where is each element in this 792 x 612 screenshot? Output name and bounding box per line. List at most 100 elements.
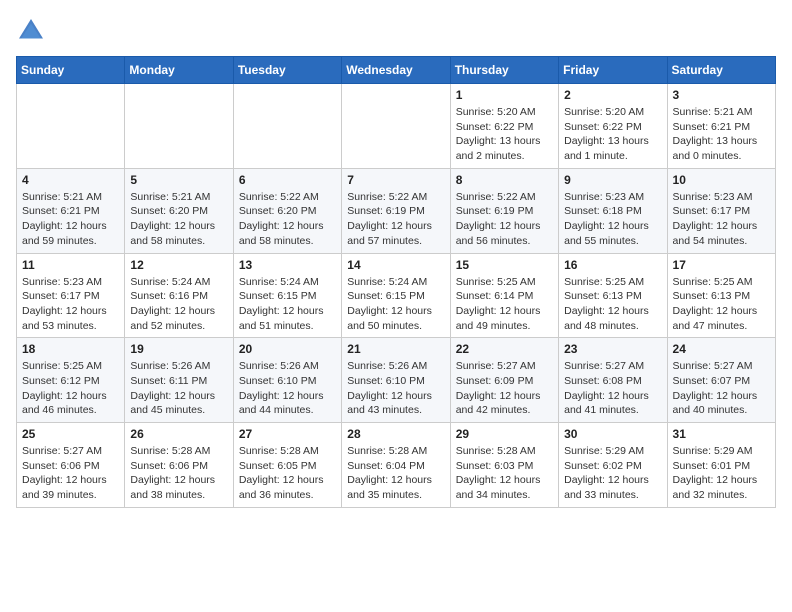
- calendar-cell: 2Sunrise: 5:20 AM Sunset: 6:22 PM Daylig…: [559, 84, 667, 169]
- day-info: Sunrise: 5:25 AM Sunset: 6:13 PM Dayligh…: [673, 275, 770, 334]
- day-number: 27: [239, 427, 336, 441]
- calendar-cell: 28 Sunrise: 5:28 AM Sunset: 6:04 PM Dayli…: [342, 423, 450, 508]
- calendar-cell: [17, 84, 125, 169]
- header-area: [16, 16, 776, 46]
- day-info: Sunrise: 5:23 AM Sunset: 6:17 PM Dayligh…: [22, 275, 119, 334]
- day-number: 14: [347, 258, 444, 272]
- calendar-cell: 19 Sunrise: 5:26 AM Sunset: 6:11 PM Dayli…: [125, 338, 233, 423]
- day-number: 9: [564, 173, 661, 187]
- day-number: 15: [456, 258, 553, 272]
- column-header-friday: Friday: [559, 57, 667, 84]
- calendar-cell: 29 Sunrise: 5:28 AM Sunset: 6:03 PM Dayli…: [450, 423, 558, 508]
- day-number: 25: [22, 427, 119, 441]
- calendar-week-row: 1Sunrise: 5:20 AM Sunset: 6:22 PM Daylig…: [17, 84, 776, 169]
- calendar-week-row: 25 Sunrise: 5:27 AM Sunset: 6:06 PM Dayli…: [17, 423, 776, 508]
- calendar-cell: 8Sunrise: 5:22 AM Sunset: 6:19 PM Daylig…: [450, 168, 558, 253]
- day-info: Sunrise: 5:27 AM Sunset: 6:09 PM Dayligh…: [456, 359, 553, 418]
- day-info: Sunrise: 5:21 AM Sunset: 6:21 PM Dayligh…: [22, 190, 119, 249]
- day-number: 30: [564, 427, 661, 441]
- calendar-cell: [233, 84, 341, 169]
- calendar-cell: [125, 84, 233, 169]
- calendar-cell: 24 Sunrise: 5:27 AM Sunset: 6:07 PM Dayli…: [667, 338, 775, 423]
- calendar-cell: 9 Sunrise: 5:23 AM Sunset: 6:18 PM Daylig…: [559, 168, 667, 253]
- calendar-cell: 17 Sunrise: 5:25 AM Sunset: 6:13 PM Dayli…: [667, 253, 775, 338]
- day-number: 7: [347, 173, 444, 187]
- day-number: 22: [456, 342, 553, 356]
- day-number: 13: [239, 258, 336, 272]
- day-number: 5: [130, 173, 227, 187]
- day-number: 23: [564, 342, 661, 356]
- day-info: Sunrise: 5:28 AM Sunset: 6:05 PM Dayligh…: [239, 444, 336, 503]
- calendar-cell: 10 Sunrise: 5:23 AM Sunset: 6:17 PM Dayli…: [667, 168, 775, 253]
- day-number: 20: [239, 342, 336, 356]
- day-info: Sunrise: 5:25 AM Sunset: 6:12 PM Dayligh…: [22, 359, 119, 418]
- calendar-cell: 18Sunrise: 5:25 AM Sunset: 6:12 PM Dayli…: [17, 338, 125, 423]
- day-info: Sunrise: 5:22 AM Sunset: 6:20 PM Dayligh…: [239, 190, 336, 249]
- calendar-cell: 21 Sunrise: 5:26 AM Sunset: 6:10 PM Dayli…: [342, 338, 450, 423]
- calendar-cell: 12 Sunrise: 5:24 AM Sunset: 6:16 PM Dayli…: [125, 253, 233, 338]
- calendar-cell: 22 Sunrise: 5:27 AM Sunset: 6:09 PM Dayli…: [450, 338, 558, 423]
- day-number: 24: [673, 342, 770, 356]
- day-info: Sunrise: 5:26 AM Sunset: 6:10 PM Dayligh…: [239, 359, 336, 418]
- day-info: Sunrise: 5:24 AM Sunset: 6:16 PM Dayligh…: [130, 275, 227, 334]
- day-info: Sunrise: 5:26 AM Sunset: 6:11 PM Dayligh…: [130, 359, 227, 418]
- day-info: Sunrise: 5:29 AM Sunset: 6:02 PM Dayligh…: [564, 444, 661, 503]
- logo-icon: [16, 16, 46, 46]
- calendar-table: SundayMondayTuesdayWednesdayThursdayFrid…: [16, 56, 776, 508]
- calendar-body: 1Sunrise: 5:20 AM Sunset: 6:22 PM Daylig…: [17, 84, 776, 508]
- day-info: Sunrise: 5:23 AM Sunset: 6:17 PM Dayligh…: [673, 190, 770, 249]
- calendar-cell: 31 Sunrise: 5:29 AM Sunset: 6:01 PM Dayli…: [667, 423, 775, 508]
- column-header-tuesday: Tuesday: [233, 57, 341, 84]
- column-header-wednesday: Wednesday: [342, 57, 450, 84]
- day-number: 4: [22, 173, 119, 187]
- calendar-week-row: 18Sunrise: 5:25 AM Sunset: 6:12 PM Dayli…: [17, 338, 776, 423]
- day-number: 11: [22, 258, 119, 272]
- day-info: Sunrise: 5:29 AM Sunset: 6:01 PM Dayligh…: [673, 444, 770, 503]
- calendar-cell: 13Sunrise: 5:24 AM Sunset: 6:15 PM Dayli…: [233, 253, 341, 338]
- day-info: Sunrise: 5:25 AM Sunset: 6:14 PM Dayligh…: [456, 275, 553, 334]
- day-info: Sunrise: 5:28 AM Sunset: 6:04 PM Dayligh…: [347, 444, 444, 503]
- day-info: Sunrise: 5:24 AM Sunset: 6:15 PM Dayligh…: [347, 275, 444, 334]
- day-number: 17: [673, 258, 770, 272]
- day-number: 12: [130, 258, 227, 272]
- calendar-cell: 16 Sunrise: 5:25 AM Sunset: 6:13 PM Dayli…: [559, 253, 667, 338]
- day-info: Sunrise: 5:28 AM Sunset: 6:06 PM Dayligh…: [130, 444, 227, 503]
- day-info: Sunrise: 5:27 AM Sunset: 6:08 PM Dayligh…: [564, 359, 661, 418]
- calendar-cell: 25 Sunrise: 5:27 AM Sunset: 6:06 PM Dayli…: [17, 423, 125, 508]
- calendar-cell: 14 Sunrise: 5:24 AM Sunset: 6:15 PM Dayli…: [342, 253, 450, 338]
- day-number: 28: [347, 427, 444, 441]
- day-number: 29: [456, 427, 553, 441]
- calendar-week-row: 11 Sunrise: 5:23 AM Sunset: 6:17 PM Dayli…: [17, 253, 776, 338]
- day-number: 1: [456, 88, 553, 102]
- day-info: Sunrise: 5:25 AM Sunset: 6:13 PM Dayligh…: [564, 275, 661, 334]
- calendar-header-row: SundayMondayTuesdayWednesdayThursdayFrid…: [17, 57, 776, 84]
- day-number: 10: [673, 173, 770, 187]
- day-number: 31: [673, 427, 770, 441]
- day-info: Sunrise: 5:27 AM Sunset: 6:07 PM Dayligh…: [673, 359, 770, 418]
- day-info: Sunrise: 5:23 AM Sunset: 6:18 PM Dayligh…: [564, 190, 661, 249]
- calendar-cell: 15 Sunrise: 5:25 AM Sunset: 6:14 PM Dayli…: [450, 253, 558, 338]
- calendar-cell: 23 Sunrise: 5:27 AM Sunset: 6:08 PM Dayli…: [559, 338, 667, 423]
- day-number: 19: [130, 342, 227, 356]
- column-header-thursday: Thursday: [450, 57, 558, 84]
- day-info: Sunrise: 5:26 AM Sunset: 6:10 PM Dayligh…: [347, 359, 444, 418]
- day-number: 3: [673, 88, 770, 102]
- calendar-cell: 11 Sunrise: 5:23 AM Sunset: 6:17 PM Dayli…: [17, 253, 125, 338]
- day-number: 16: [564, 258, 661, 272]
- column-header-saturday: Saturday: [667, 57, 775, 84]
- day-number: 6: [239, 173, 336, 187]
- day-info: Sunrise: 5:27 AM Sunset: 6:06 PM Dayligh…: [22, 444, 119, 503]
- calendar-week-row: 4 Sunrise: 5:21 AM Sunset: 6:21 PM Daylig…: [17, 168, 776, 253]
- calendar-cell: 1Sunrise: 5:20 AM Sunset: 6:22 PM Daylig…: [450, 84, 558, 169]
- day-info: Sunrise: 5:22 AM Sunset: 6:19 PM Dayligh…: [456, 190, 553, 249]
- column-header-sunday: Sunday: [17, 57, 125, 84]
- logo: [16, 16, 50, 46]
- day-info: Sunrise: 5:21 AM Sunset: 6:21 PM Dayligh…: [673, 105, 770, 164]
- calendar-cell: 27 Sunrise: 5:28 AM Sunset: 6:05 PM Dayli…: [233, 423, 341, 508]
- day-number: 21: [347, 342, 444, 356]
- day-info: Sunrise: 5:28 AM Sunset: 6:03 PM Dayligh…: [456, 444, 553, 503]
- calendar-cell: 7Sunrise: 5:22 AM Sunset: 6:19 PM Daylig…: [342, 168, 450, 253]
- day-number: 2: [564, 88, 661, 102]
- day-info: Sunrise: 5:21 AM Sunset: 6:20 PM Dayligh…: [130, 190, 227, 249]
- calendar-cell: 4 Sunrise: 5:21 AM Sunset: 6:21 PM Daylig…: [17, 168, 125, 253]
